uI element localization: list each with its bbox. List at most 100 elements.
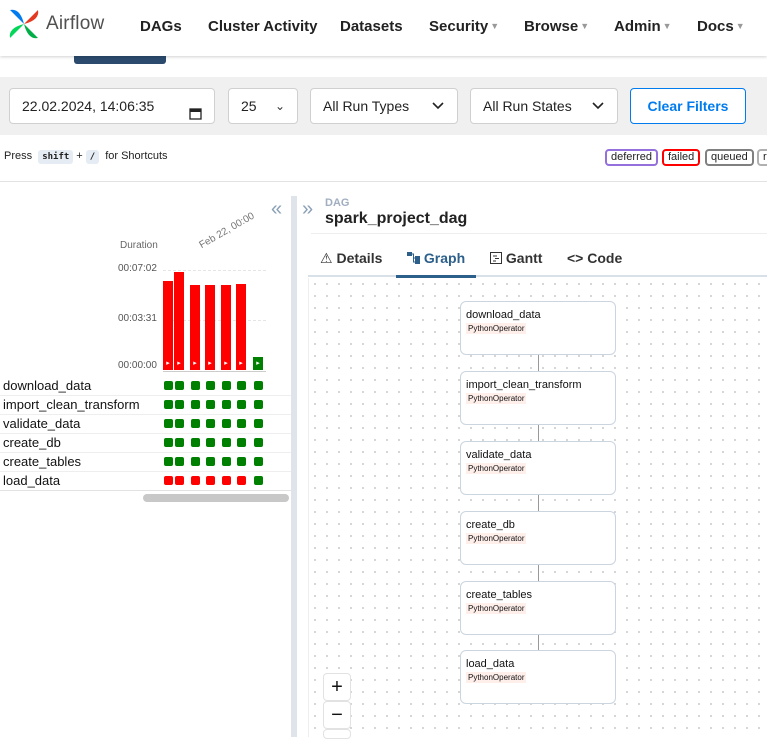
task-instance-square[interactable]: [191, 476, 200, 485]
task-instance-square[interactable]: [222, 381, 231, 390]
task-instance-square[interactable]: [254, 457, 263, 466]
task-instance-square[interactable]: [222, 476, 231, 485]
legend-running[interactable]: r: [757, 149, 767, 166]
tab-details[interactable]: ⚠ Details: [320, 250, 382, 267]
task-node[interactable]: download_data PythonOperator: [460, 301, 616, 355]
task-instance-square[interactable]: [206, 438, 215, 447]
task-instance-square[interactable]: [175, 438, 184, 447]
task-label[interactable]: load_data: [3, 473, 60, 488]
panel-resize-handle[interactable]: [291, 196, 297, 737]
run-state-tag[interactable]: ▸: [236, 357, 246, 370]
task-instance-square[interactable]: [237, 457, 246, 466]
nav-datasets[interactable]: Datasets: [340, 18, 403, 35]
task-node[interactable]: create_db PythonOperator: [460, 511, 616, 565]
run-duration-bar[interactable]: [205, 285, 215, 357]
task-instance-square[interactable]: [175, 457, 184, 466]
task-instance-square[interactable]: [237, 400, 246, 409]
task-node[interactable]: load_data PythonOperator: [460, 650, 616, 704]
task-instance-square[interactable]: [206, 457, 215, 466]
task-instance-square[interactable]: [237, 476, 246, 485]
nav-browse[interactable]: Browse ▼: [524, 18, 589, 35]
task-node[interactable]: import_clean_transform PythonOperator: [460, 371, 616, 425]
task-instance-square[interactable]: [254, 400, 263, 409]
collapse-grid-icon[interactable]: «: [271, 198, 282, 221]
zoom-out-button[interactable]: −: [323, 701, 351, 729]
task-label[interactable]: download_data: [3, 378, 91, 393]
task-instance-square[interactable]: [191, 381, 200, 390]
task-instance-square[interactable]: [254, 381, 263, 390]
zoom-in-button[interactable]: +: [323, 673, 351, 701]
run-duration-bar[interactable]: [174, 272, 184, 357]
num-runs-select[interactable]: 25 ⌄: [228, 88, 298, 124]
task-instance-square[interactable]: [254, 476, 263, 485]
nav-admin[interactable]: Admin ▼: [614, 18, 672, 35]
task-label[interactable]: import_clean_transform: [3, 397, 140, 412]
nav-cluster-activity[interactable]: Cluster Activity: [208, 18, 317, 35]
dag-title[interactable]: spark_project_dag: [325, 210, 467, 228]
task-label[interactable]: create_tables: [3, 454, 81, 469]
horizontal-scrollbar[interactable]: [143, 494, 289, 502]
legend-queued[interactable]: queued: [705, 149, 754, 166]
task-instance-square[interactable]: [164, 381, 173, 390]
run-state-tag[interactable]: ▸: [190, 357, 200, 370]
nav-security[interactable]: Security ▼: [429, 18, 499, 35]
task-instance-square[interactable]: [206, 476, 215, 485]
task-instance-square[interactable]: [206, 419, 215, 428]
legend-deferred[interactable]: deferred: [605, 149, 658, 166]
task-instance-square[interactable]: [222, 457, 231, 466]
task-instance-square[interactable]: [206, 400, 215, 409]
task-node[interactable]: validate_data PythonOperator: [460, 441, 616, 495]
task-instance-square[interactable]: [164, 457, 173, 466]
task-instance-square[interactable]: [222, 438, 231, 447]
task-label[interactable]: create_db: [3, 435, 61, 450]
task-instance-square[interactable]: [164, 400, 173, 409]
nav-docs[interactable]: Docs ▼: [697, 18, 745, 35]
task-instance-square[interactable]: [254, 438, 263, 447]
run-state-tag[interactable]: ▸: [205, 357, 215, 370]
run-state-tag[interactable]: ▸: [174, 357, 184, 370]
task-instance-square[interactable]: [254, 419, 263, 428]
task-instance-square[interactable]: [175, 419, 184, 428]
slash-key: /: [85, 150, 100, 164]
task-instance-square[interactable]: [175, 476, 184, 485]
clear-filters-button[interactable]: Clear Filters: [630, 88, 746, 124]
task-label[interactable]: validate_data: [3, 416, 80, 431]
task-instance-square[interactable]: [206, 381, 215, 390]
task-instance-square[interactable]: [237, 438, 246, 447]
task-instance-square[interactable]: [222, 400, 231, 409]
task-instance-square[interactable]: [191, 419, 200, 428]
run-type-select[interactable]: All Run Types: [310, 88, 458, 124]
run-duration-bar[interactable]: [236, 284, 246, 357]
task-instance-square[interactable]: [164, 438, 173, 447]
task-instance-square[interactable]: [175, 381, 184, 390]
task-instance-square[interactable]: [191, 457, 200, 466]
task-instance-square[interactable]: [237, 381, 246, 390]
legend-failed[interactable]: failed: [662, 149, 701, 166]
task-instance-square[interactable]: [191, 400, 200, 409]
task-instance-square[interactable]: [164, 476, 173, 485]
nav-dags[interactable]: DAGs: [140, 18, 182, 35]
calendar-icon[interactable]: [189, 98, 202, 132]
expand-details-icon[interactable]: »: [302, 198, 313, 221]
run-state-tag[interactable]: ▸: [253, 357, 263, 370]
task-instance-square[interactable]: [222, 419, 231, 428]
tab-code[interactable]: <> Code: [567, 250, 622, 266]
run-state-tag[interactable]: ▸: [163, 357, 173, 370]
run-duration-bar[interactable]: [190, 285, 200, 357]
brand-name[interactable]: Airflow: [46, 13, 104, 35]
run-duration-bar[interactable]: [221, 285, 231, 357]
base-date-input[interactable]: 22.02.2024, 14:06:35: [9, 88, 215, 124]
tab-gantt[interactable]: Gantt: [490, 250, 542, 266]
task-instance-square[interactable]: [164, 419, 173, 428]
task-instance-square[interactable]: [191, 438, 200, 447]
task-instance-square[interactable]: [237, 419, 246, 428]
run-state-tag[interactable]: ▸: [221, 357, 231, 370]
airflow-logo-icon[interactable]: [6, 6, 42, 42]
task-node-operator: PythonOperator: [466, 603, 527, 614]
task-node[interactable]: create_tables PythonOperator: [460, 581, 616, 635]
tab-graph[interactable]: Graph: [407, 250, 465, 266]
run-duration-bar[interactable]: [163, 281, 173, 357]
zoom-fit-button[interactable]: [323, 729, 351, 739]
run-state-select[interactable]: All Run States: [470, 88, 618, 124]
task-instance-square[interactable]: [175, 400, 184, 409]
